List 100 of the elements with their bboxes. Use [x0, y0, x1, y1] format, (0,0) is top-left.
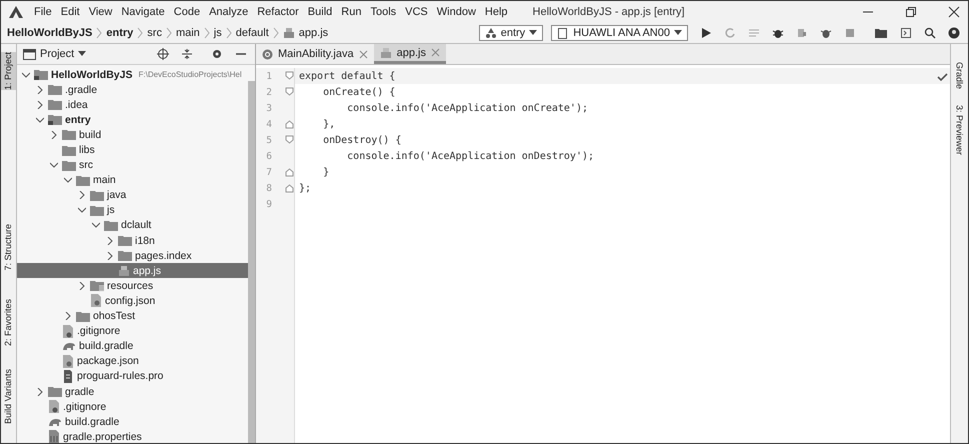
tree-item[interactable]: entry: [17, 112, 248, 128]
menu-item[interactable]: View: [88, 6, 112, 18]
menu-item[interactable]: Analyze: [209, 6, 248, 18]
tree-item[interactable]: resources: [17, 278, 248, 294]
menu-item[interactable]: Navigate: [121, 6, 165, 18]
app-logo-icon: [9, 6, 23, 18]
json-file-icon: [90, 294, 102, 308]
tree-item[interactable]: gradle: [17, 384, 248, 400]
fold-icon[interactable]: [285, 87, 294, 97]
caret-icon[interactable]: [78, 51, 86, 57]
breadcrumb[interactable]: app.js: [298, 26, 328, 38]
tree-item[interactable]: .gitignore: [17, 399, 248, 414]
folder-icon: [76, 310, 90, 322]
tool-window-tab[interactable]: 3: Previewer: [954, 105, 964, 156]
menu-item[interactable]: Window: [436, 6, 476, 18]
tree-item-label: entry: [65, 114, 91, 126]
chevron-icon[interactable]: [78, 206, 86, 214]
restore-icon[interactable]: [905, 6, 917, 18]
tree-item-label: java: [107, 189, 126, 202]
tree-item[interactable]: .idea: [17, 97, 248, 112]
tree-item[interactable]: config.json: [17, 293, 248, 308]
tree-item[interactable]: ohosTest: [17, 308, 248, 324]
fold-icon[interactable]: [285, 71, 294, 81]
tree-item[interactable]: java: [17, 188, 248, 203]
menu-item[interactable]: Edit: [60, 6, 80, 18]
tool-window-tab[interactable]: 2: Favorites: [1, 299, 16, 346]
tree-item[interactable]: gradle.properties: [17, 429, 248, 443]
editor-tab[interactable]: app.js: [374, 44, 446, 64]
tree-item-label: build.gradle: [79, 340, 134, 352]
menu-item[interactable]: Help: [484, 6, 508, 18]
tree-item[interactable]: pages.index: [17, 248, 248, 264]
tree-item[interactable]: i18n: [17, 233, 248, 248]
scrollbar[interactable]: [248, 81, 255, 443]
tree-item[interactable]: app.js: [17, 263, 248, 278]
breadcrumb[interactable]: default: [236, 26, 269, 38]
tree-item[interactable]: js: [17, 202, 248, 218]
editor-tab[interactable]: MainAbility.java: [256, 44, 374, 64]
breadcrumb[interactable]: src: [147, 26, 162, 38]
panel-title[interactable]: Project: [40, 48, 74, 60]
tree-item[interactable]: libs: [17, 142, 248, 158]
terminal-icon[interactable]: [900, 26, 912, 38]
menu-item[interactable]: Build: [308, 6, 332, 18]
chevron-icon[interactable]: [106, 252, 114, 260]
menu-item[interactable]: Code: [174, 6, 200, 18]
menu-item[interactable]: Refactor: [257, 6, 299, 18]
breadcrumb[interactable]: entry: [106, 26, 134, 38]
chevron-icon[interactable]: [36, 100, 44, 109]
device-dropdown[interactable]: HUAWLI ANA AN00: [551, 24, 688, 40]
breadcrumb[interactable]: main: [176, 26, 200, 38]
tree-item[interactable]: build: [17, 127, 248, 142]
breadcrumb[interactable]: js: [214, 26, 222, 38]
tree-item[interactable]: HelloWorldByJS F:\DevEcoStudioProjects\Hel: [17, 67, 248, 82]
menu-item[interactable]: Tools: [370, 6, 396, 18]
target-icon[interactable]: [157, 48, 169, 60]
tool-window-tab[interactable]: 7: Structure: [1, 224, 16, 271]
tree-item-label: ohosTest: [93, 310, 136, 322]
close-icon[interactable]: [948, 6, 960, 18]
fold-icon[interactable]: [285, 167, 294, 177]
chevron-icon[interactable]: [36, 388, 44, 396]
stop-icon[interactable]: [844, 26, 856, 38]
tool-window-tab[interactable]: 1: Project: [1, 52, 16, 90]
tree-item[interactable]: build.gradle: [17, 414, 248, 430]
module-dropdown[interactable]: entry: [478, 24, 544, 40]
search-icon[interactable]: [924, 26, 936, 38]
tool-window-tab[interactable]: Gradle: [954, 62, 964, 90]
gitignore-file-icon: [48, 400, 60, 414]
tree-item[interactable]: main: [17, 172, 248, 188]
fold-icon[interactable]: [285, 135, 294, 145]
tree-item-label: resources: [107, 280, 154, 292]
chevron-icon[interactable]: [22, 70, 30, 79]
chevron-icon[interactable]: [92, 221, 100, 230]
menu-item[interactable]: File: [34, 6, 52, 18]
tree-item[interactable]: package.json: [17, 354, 248, 369]
fold-icon[interactable]: [285, 183, 294, 193]
chevron-icon[interactable]: [50, 161, 58, 170]
chevron-icon[interactable]: [78, 282, 86, 290]
tree-item[interactable]: .gitignore: [17, 324, 248, 339]
fold-icon[interactable]: [285, 119, 294, 129]
chevron-icon[interactable]: [36, 86, 44, 94]
tree-item[interactable]: dclault: [17, 218, 248, 234]
breadcrumb[interactable]: HelloWorldByJS: [7, 26, 92, 38]
tree-item[interactable]: .gradle: [17, 82, 248, 98]
tree-item[interactable]: build.gradle: [17, 338, 248, 354]
chevron-icon[interactable]: [50, 130, 58, 139]
project-path: F:\DevEcoStudioProjects\Hel: [138, 70, 242, 80]
folder-icon[interactable]: [874, 26, 888, 38]
chevron-icon[interactable]: [64, 312, 72, 320]
menu-item[interactable]: Run: [341, 6, 362, 18]
chevron-icon[interactable]: [36, 116, 44, 124]
tree-item[interactable]: src: [17, 158, 248, 173]
chevron-icon[interactable]: [78, 191, 86, 200]
tool-window-tab[interactable]: Build Variants: [1, 369, 16, 424]
menu-item[interactable]: VCS: [405, 6, 428, 18]
tree-item[interactable]: proguard-rules.pro: [17, 368, 248, 384]
collapse-icon[interactable]: [181, 48, 193, 60]
settings-icon[interactable]: [211, 48, 223, 60]
chevron-icon[interactable]: [64, 176, 72, 184]
chevron-icon[interactable]: [106, 236, 114, 245]
run-icon[interactable]: [700, 26, 712, 38]
tree-item-label: HelloWorldByJS: [51, 68, 132, 81]
